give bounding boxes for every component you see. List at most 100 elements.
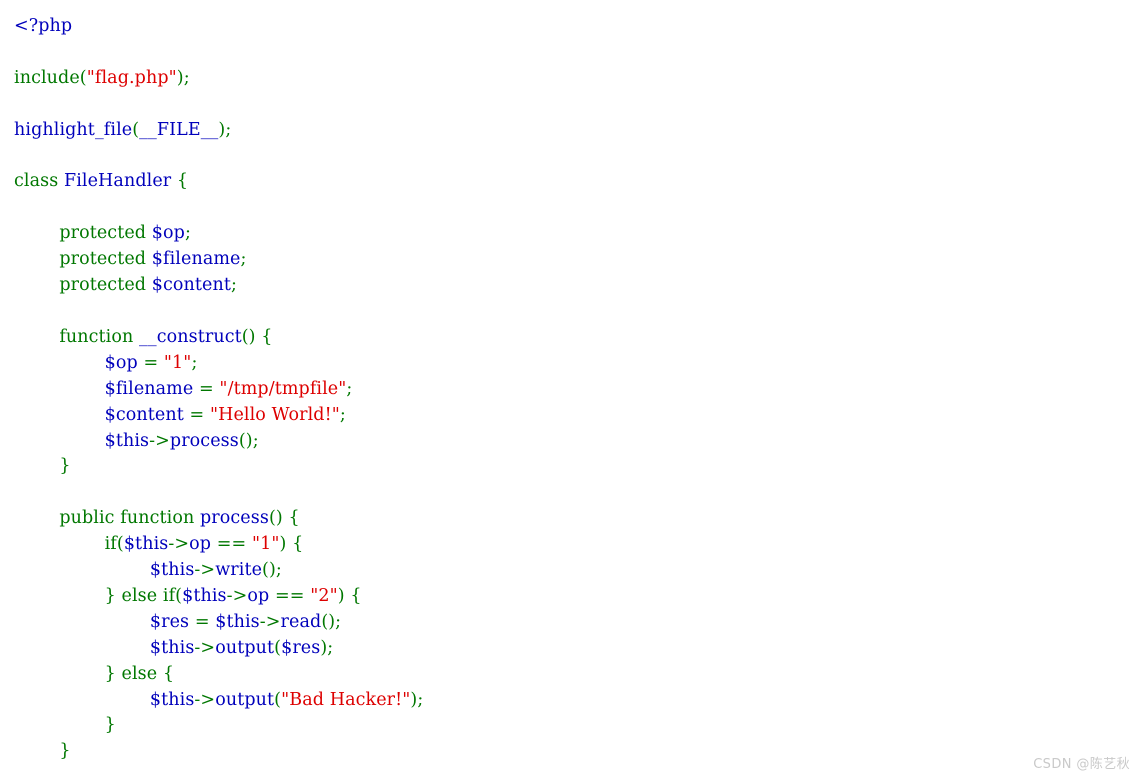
code-token-keyword: -> (226, 585, 248, 606)
code-line: include("flag.php"); (14, 66, 1144, 92)
code-token-keyword: include (14, 67, 80, 88)
code-token-keyword: ; (191, 352, 198, 373)
code-token-keyword: } (59, 456, 71, 477)
code-token-keyword: -> (194, 689, 216, 710)
code-token-keyword: = (183, 404, 210, 425)
code-token-default: $res (281, 637, 321, 658)
php-source-code: <?php include("flag.php"); highlight_fil… (0, 0, 1144, 765)
code-token-default: $this (149, 637, 195, 658)
csdn-watermark: CSDN @陈艺秋 (1033, 757, 1130, 772)
code-line: } (14, 454, 1144, 480)
code-token-keyword: ; (275, 560, 282, 581)
code-line: <?php (14, 14, 1144, 40)
code-line: } else if($this->op == "2") { (14, 584, 1144, 610)
code-token-keyword: ; (231, 275, 238, 296)
code-token-default: $op (151, 223, 185, 244)
code-line: $this->write(); (14, 558, 1144, 584)
code-token-keyword: protected (59, 249, 147, 270)
code-token-keyword: protected (59, 275, 147, 296)
code-token-keyword: () (268, 508, 283, 529)
code-token-keyword: () (241, 326, 256, 347)
code-line: $filename = "/tmp/tmpfile"; (14, 377, 1144, 403)
code-token-string: "/tmp/tmpfile" (219, 378, 347, 399)
code-token-default: $this (123, 534, 169, 555)
code-token-keyword: ( (79, 67, 87, 88)
code-token-default: process (169, 430, 239, 451)
code-token-default: $op (104, 352, 138, 373)
code-token-default: $this (149, 560, 195, 581)
code-token-default: output (215, 689, 275, 710)
code-token-keyword: == (211, 534, 252, 555)
code-token-keyword: ; (346, 378, 353, 399)
code-line: highlight_file(__FILE__); (14, 118, 1144, 144)
code-line: protected $filename; (14, 247, 1144, 273)
code-token-default: $this (182, 585, 227, 606)
code-token-default: $this (149, 689, 195, 710)
code-token-keyword: ; (335, 611, 342, 632)
code-token-keyword: else (121, 585, 158, 606)
code-token-keyword: else (121, 663, 158, 684)
code-line: } (14, 739, 1144, 765)
code-token-default: read (280, 611, 322, 632)
code-token-default: $content (151, 275, 232, 296)
code-token-default: $this (104, 430, 150, 451)
code-token-keyword: } (104, 715, 116, 736)
code-token-keyword: { (162, 663, 175, 684)
code-line: if($this->op == "1") { (14, 532, 1144, 558)
code-token-keyword: -> (259, 611, 281, 632)
code-line: protected $content; (14, 273, 1144, 299)
code-token-keyword: function (59, 326, 134, 347)
code-token-keyword: -> (194, 560, 216, 581)
code-token-string: "Bad Hacker!" (281, 689, 411, 710)
code-token-keyword: if (162, 585, 176, 606)
code-token-default: <?php (14, 16, 73, 36)
code-token-keyword: -> (168, 534, 190, 555)
code-line: $res = $this->read(); (14, 610, 1144, 636)
code-token-keyword: { (350, 585, 362, 606)
code-token-keyword: ; (252, 430, 259, 451)
code-token-keyword: = (193, 378, 220, 399)
code-line: $content = "Hello World!"; (14, 403, 1144, 429)
code-token-keyword: ) (176, 67, 184, 88)
code-token-keyword: = (137, 352, 164, 373)
code-token-keyword: class (14, 171, 59, 192)
code-line: $this->output("Bad Hacker!"); (14, 688, 1144, 714)
code-token-string: "flag.php" (86, 67, 177, 88)
code-token-default: output (215, 637, 275, 658)
code-token-string: "1" (163, 352, 192, 373)
code-token-default: $filename (104, 378, 194, 399)
code-token-keyword: ; (339, 404, 346, 425)
code-token-default: __construct (139, 326, 242, 347)
code-token-keyword: () (321, 611, 336, 632)
code-line: public function process() { (14, 506, 1144, 532)
code-token-default: FileHandler (63, 171, 172, 192)
code-line: $this->process(); (14, 429, 1144, 455)
code-token-default: $res (149, 611, 190, 632)
code-token-default: __FILE__ (139, 119, 219, 140)
code-line: } else { (14, 662, 1144, 688)
code-token-keyword: () (238, 430, 253, 451)
code-line: class FileHandler { (14, 169, 1144, 195)
code-token-keyword: -> (149, 430, 170, 451)
code-token-string: "2" (310, 585, 338, 606)
code-token-keyword: ) (337, 585, 345, 606)
code-token-keyword: } (59, 741, 71, 762)
code-token-keyword: } (104, 663, 116, 684)
code-token-default: op (189, 534, 212, 555)
code-token-keyword: { (288, 508, 300, 529)
